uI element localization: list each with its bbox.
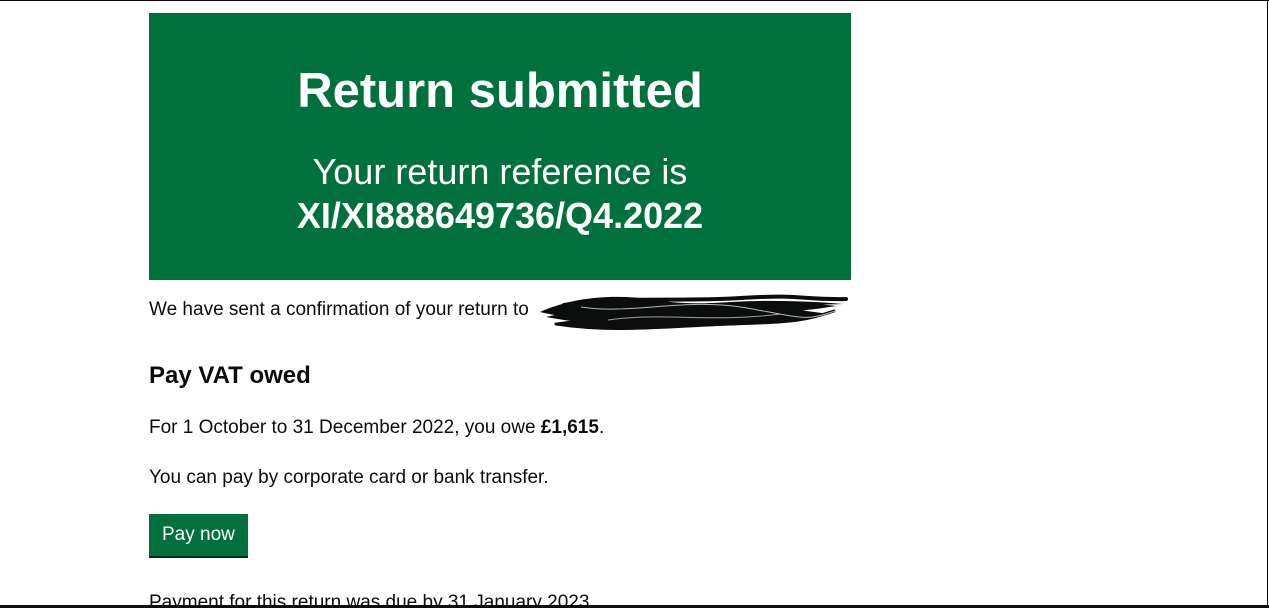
vat-return-confirmation-page: Return submitted Your return reference i… — [0, 0, 1269, 608]
pay-vat-heading: Pay VAT owed — [149, 362, 311, 389]
top-border — [0, 0, 1269, 1]
return-submitted-panel: Return submitted Your return reference i… — [149, 13, 851, 280]
right-border — [1267, 0, 1268, 608]
return-reference: Your return reference is XI/XI888649736/… — [149, 150, 851, 238]
vat-amount: £1,615 — [540, 417, 599, 438]
vat-period-text: For 1 October to 31 December 2022, you o… — [149, 417, 541, 438]
vat-sentence-end: . — [598, 417, 605, 438]
panel-title: Return submitted — [297, 64, 703, 118]
return-reference-label: Your return reference is — [312, 151, 688, 192]
return-reference-number: XI/XI888649736/Q4.2022 — [296, 195, 704, 236]
vat-owed-message: For 1 October to 31 December 2022, you o… — [149, 415, 604, 440]
confirmation-email-message: We have sent a confirmation of your retu… — [149, 299, 529, 320]
redacted-email-scribble — [540, 294, 848, 330]
payment-methods-message: You can pay by corporate card or bank tr… — [149, 467, 549, 488]
pay-now-button[interactable]: Pay now — [149, 514, 248, 556]
